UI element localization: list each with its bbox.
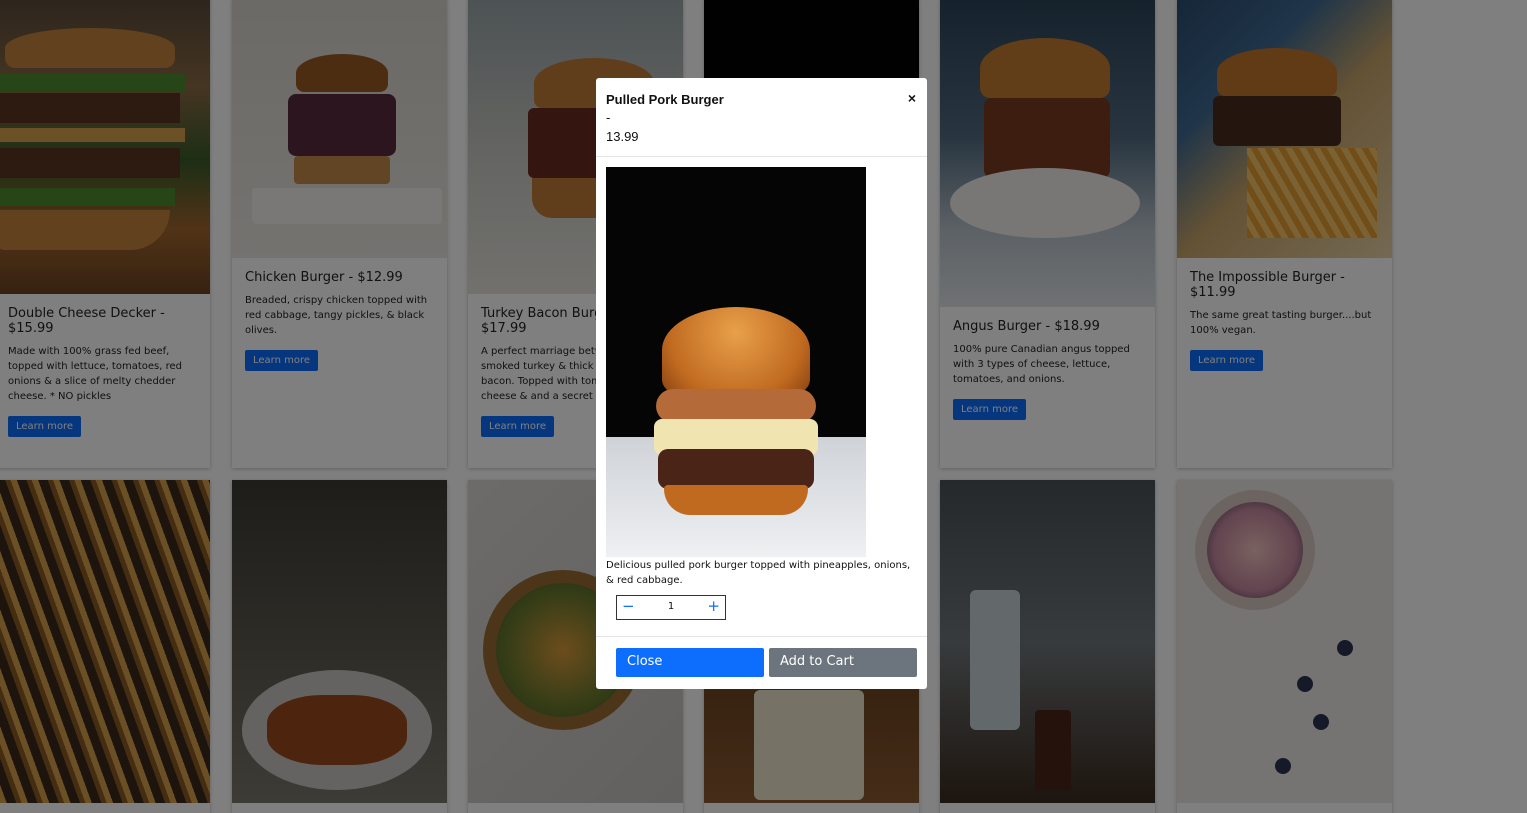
plus-icon[interactable]: + — [707, 597, 720, 615]
close-button[interactable]: Close — [616, 648, 764, 677]
modal-footer: Close Add to Cart — [596, 636, 927, 689]
modal-body: Delicious pulled pork burger topped with… — [596, 157, 927, 620]
modal-price: 13.99 — [606, 129, 639, 144]
quantity-stepper: − 1 + — [616, 595, 726, 620]
product-image — [606, 167, 866, 557]
modal-header: Pulled Pork Burger - 13.99 × — [596, 78, 927, 157]
modal-title: Pulled Pork Burger — [606, 92, 724, 107]
modal-description: Delicious pulled pork burger topped with… — [606, 560, 911, 586]
close-icon[interactable]: × — [908, 90, 916, 106]
add-to-cart-button[interactable]: Add to Cart — [769, 648, 917, 677]
product-modal: Pulled Pork Burger - 13.99 × Delicious p… — [596, 78, 927, 689]
title-separator: - — [606, 110, 611, 125]
